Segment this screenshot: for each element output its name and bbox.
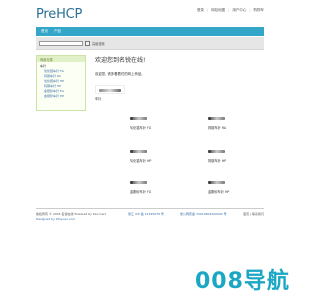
page-title: 欢迎您到名锐在线! xyxy=(95,57,146,64)
product-card[interactable]: 钨钢车针 HP xyxy=(208,147,248,163)
product-image[interactable] xyxy=(130,178,148,187)
footer-links[interactable]: 首页 | 联系我们 xyxy=(243,212,264,216)
top-link-cart[interactable]: 购物车 xyxy=(254,8,265,13)
separator: | xyxy=(206,8,209,12)
search-bar: 高级搜索 xyxy=(36,37,264,50)
top-link-sitemap[interactable]: 网站地图 xyxy=(211,8,225,13)
welcome-text: 欢迎您, 请多看看们的网上商品。 xyxy=(95,72,145,76)
product-card[interactable]: 金刚砂车针 FG xyxy=(130,178,170,194)
product-image[interactable] xyxy=(208,114,226,123)
product-card[interactable]: 金刚砂车针 HP xyxy=(208,178,248,194)
police-record-link[interactable]: 浙公网安备 33010602000000 号 xyxy=(180,212,227,217)
product-card[interactable]: 氧化锆车针 FG xyxy=(130,114,170,130)
search-input[interactable] xyxy=(39,41,83,46)
separator: | xyxy=(228,8,230,12)
product-card[interactable]: 钨钢车针 RA xyxy=(208,114,248,130)
separator: | xyxy=(249,8,251,12)
nav-home[interactable]: 首页 xyxy=(41,29,48,34)
product-image[interactable] xyxy=(208,178,226,187)
product-card[interactable]: 氧化锆车针 HP xyxy=(130,147,170,163)
top-links: 登录 | 网站地图 | 用户中心 | 购物车 xyxy=(197,8,264,13)
icp-link[interactable]: 浙江 ICP 备 12345678 号 xyxy=(128,212,164,217)
site-logo[interactable]: PreHCP xyxy=(36,7,82,22)
product-image[interactable] xyxy=(208,147,226,156)
sidebar-item-diamond-hp[interactable]: 金刚砂车针 HP xyxy=(40,94,82,99)
watermark-logo: 008导航 xyxy=(195,269,290,294)
product-label[interactable]: 氧化锆车针 FG xyxy=(130,125,170,130)
top-link-account[interactable]: 用户中心 xyxy=(232,8,246,13)
product-label[interactable]: 金刚砂车针 FG xyxy=(130,189,170,194)
search-icon[interactable] xyxy=(85,41,90,46)
product-image[interactable] xyxy=(130,114,148,123)
category-caption[interactable]: 车针 xyxy=(95,96,264,101)
top-link-login[interactable]: 登录 xyxy=(197,8,204,13)
footer-divider xyxy=(36,208,264,209)
product-image[interactable] xyxy=(130,147,148,156)
category-sidebar: 商品分类 车针 氧化锆车针 FG 钨钢车针 RA 氧化锆车针 HP 钨钢车针 H… xyxy=(36,55,86,111)
category-image[interactable] xyxy=(95,85,125,94)
advanced-search-link[interactable]: 高级搜索 xyxy=(92,41,105,46)
designer-link[interactable]: Designed by Zhiyuan.com xyxy=(36,217,106,222)
main-navbar: 首页 产品 xyxy=(36,27,264,36)
product-label[interactable]: 钨钢车针 RA xyxy=(208,125,248,130)
product-label[interactable]: 钨钢车针 HP xyxy=(208,158,248,163)
product-label[interactable]: 氧化锆车针 HP xyxy=(130,158,170,163)
nav-products[interactable]: 产品 xyxy=(54,29,61,34)
product-label[interactable]: 金刚砂车针 HP xyxy=(208,189,248,194)
main-content: 欢迎您到名锐在线! 欢迎您, 请多看看们的网上商品。 车针 xyxy=(95,55,264,101)
